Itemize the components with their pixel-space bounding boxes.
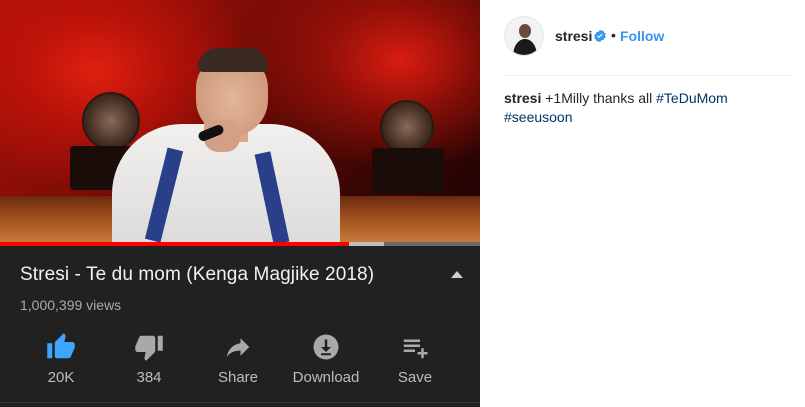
hashtag-link[interactable]: #TeDuMom — [656, 90, 728, 106]
share-button[interactable]: Share — [193, 330, 283, 386]
like-count: 20K — [47, 369, 75, 386]
download-button[interactable]: Download — [281, 330, 371, 386]
post-caption: stresi +1Milly thanks all #TeDuMom #seeu… — [504, 89, 784, 127]
view-count: 1,000,399 views — [20, 297, 122, 313]
video-title: Stresi - Te du mom (Kenga Magjike 2018) — [20, 264, 375, 285]
video-buffered-bar — [348, 242, 384, 246]
save-label: Save — [397, 369, 433, 386]
divider — [0, 402, 480, 403]
header-divider — [504, 75, 791, 76]
caption-username[interactable]: stresi — [504, 90, 541, 106]
video-player[interactable] — [0, 0, 480, 242]
stage-light-right — [380, 100, 434, 154]
thumbs-down-icon — [135, 335, 163, 361]
caption-text: +1Milly thanks all — [545, 90, 653, 106]
singer-figure — [112, 48, 342, 242]
share-arrow-icon — [226, 338, 250, 357]
stage-fixture-right — [372, 148, 444, 194]
download-icon — [313, 334, 339, 360]
download-label: Download — [292, 369, 360, 386]
thumbs-up-icon — [47, 333, 75, 359]
singer-hair — [198, 48, 268, 72]
username[interactable]: stresi — [555, 28, 592, 44]
post-sidebar: stresi • Follow stresi +1Milly thanks al… — [480, 0, 805, 407]
dislike-count: 384 — [136, 369, 162, 386]
video-progress-fill — [0, 242, 349, 246]
hashtag-link[interactable]: #seeusoon — [504, 109, 573, 125]
save-button[interactable]: Save — [370, 330, 460, 386]
avatar-image — [505, 17, 543, 55]
video-progress-bar[interactable] — [0, 242, 480, 246]
dot-separator: • — [611, 27, 616, 43]
verified-badge-icon — [594, 29, 606, 43]
video-post-panel: Stresi - Te du mom (Kenga Magjike 2018) … — [0, 0, 480, 407]
collapse-caret-icon[interactable] — [451, 271, 463, 278]
follow-button[interactable]: Follow — [620, 28, 664, 44]
like-button[interactable]: 20K — [16, 330, 106, 386]
avatar[interactable] — [504, 16, 544, 56]
dislike-button[interactable]: 384 — [104, 330, 194, 386]
video-action-bar: 20K 384 Share Download Save — [0, 330, 480, 390]
playlist-add-icon — [403, 339, 428, 359]
share-label: Share — [217, 369, 259, 386]
